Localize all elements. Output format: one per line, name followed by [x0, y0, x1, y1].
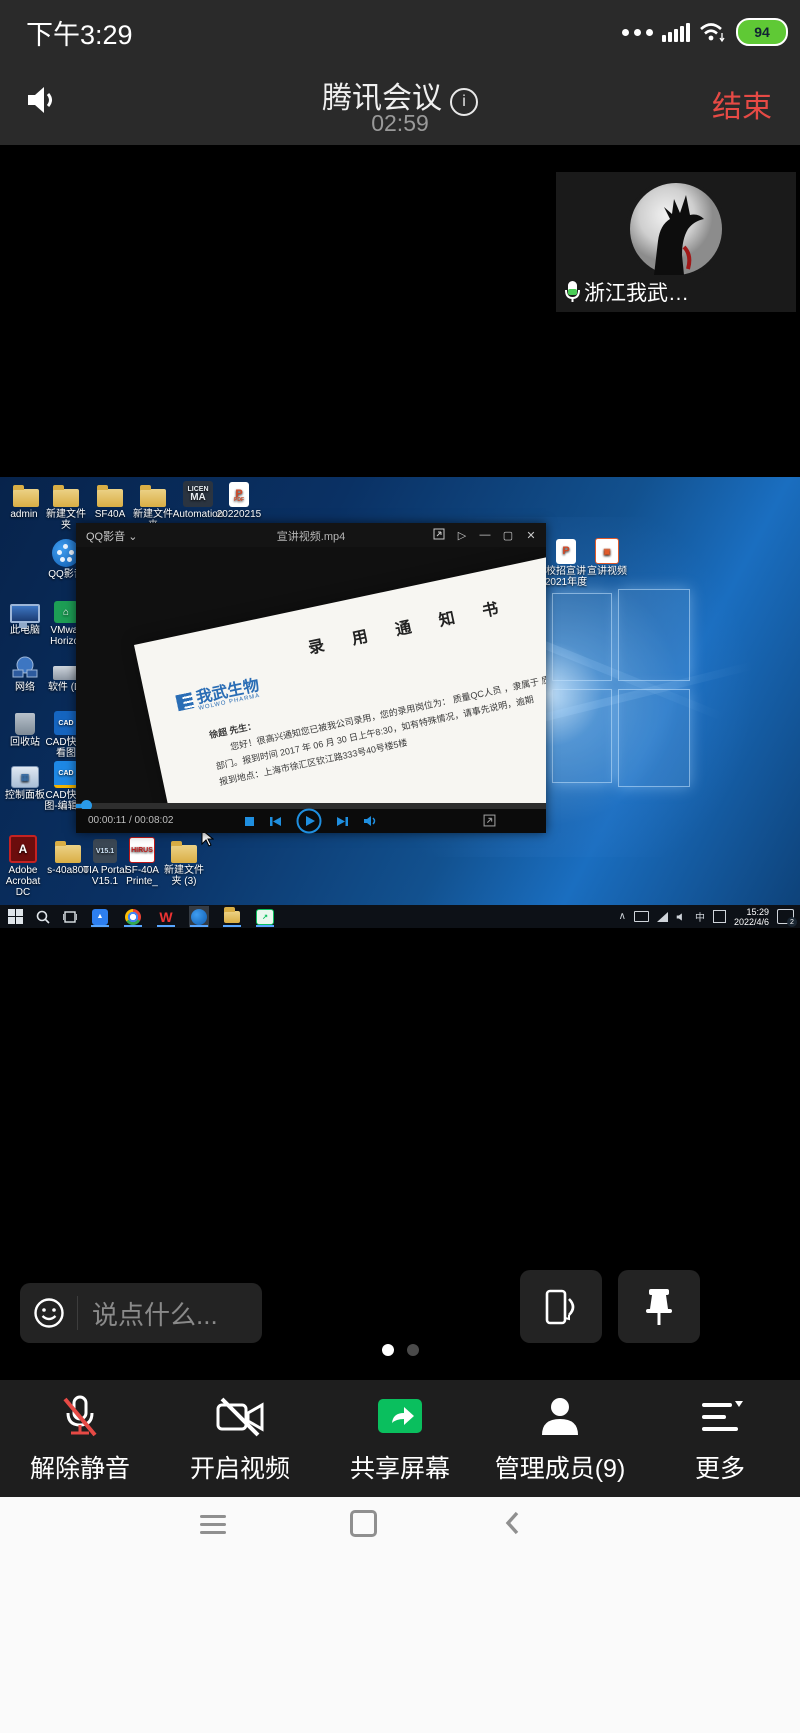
share-screen-icon [375, 1393, 425, 1441]
battery-icon: 94 [736, 18, 788, 46]
tray-expand-icon[interactable]: ∧ [619, 911, 626, 922]
desktop-icon-admin[interactable]: admin [1, 480, 47, 520]
taskbar-app-blue[interactable]: ▲ [90, 906, 110, 927]
more-button[interactable]: 更多 [640, 1380, 800, 1497]
brand-logo-icon [175, 692, 194, 711]
play-button[interactable] [296, 808, 322, 834]
wallpaper-window-pane [552, 593, 612, 681]
notification-icon[interactable]: 2 [777, 909, 794, 924]
taskbar-app-wps[interactable]: W [156, 906, 176, 927]
volume-button[interactable] [363, 815, 378, 827]
more-icon [697, 1393, 743, 1441]
nav-back-button[interactable] [504, 1510, 520, 1536]
battery-percent: 94 [754, 24, 770, 40]
chat-input[interactable]: 说点什么... [20, 1283, 262, 1343]
nav-menu-button[interactable] [200, 1510, 226, 1539]
unmute-button[interactable]: 解除静音 [0, 1380, 160, 1497]
participant-name-row: 浙江我武… [564, 277, 689, 307]
document-body: 徐超 先生： 您好！很高兴通知您已被我公司录用，您的录用岗位为： 质量QC人员 … [208, 632, 546, 790]
rotate-phone-icon [539, 1285, 583, 1329]
taskbar-app-explorer[interactable] [222, 906, 242, 927]
android-nav-bar [0, 1497, 800, 1733]
windows-taskbar[interactable]: ▲ W ↗ ∧ 中 15:29 2022/4/6 2 [0, 905, 800, 928]
shared-screen[interactable]: admin 新建文件夹 SF40A 新建文件夹 LICEN MA Automat… [0, 477, 800, 928]
pin-icon [639, 1285, 679, 1329]
page-dot [407, 1344, 419, 1356]
meeting-toolbar: 解除静音 开启视频 共享屏幕 管理成员(9) [0, 1380, 800, 1497]
maximize-icon[interactable]: ▢ [501, 529, 515, 542]
meeting-duration: 02:59 [0, 110, 800, 137]
members-icon [537, 1393, 583, 1441]
desktop-icon-sf40a-printer[interactable]: HIRUS SF-40A Printe_ [119, 836, 165, 887]
camera-off-icon [212, 1393, 268, 1441]
page-dot-active [382, 1344, 394, 1356]
desktop-icon-recycle-bin[interactable]: 回收站 [2, 708, 48, 748]
previous-button[interactable] [269, 816, 282, 827]
next-button[interactable] [336, 816, 349, 827]
wallpaper-window-pane [618, 689, 690, 787]
mic-active-icon [564, 280, 581, 304]
snapshot-icon[interactable] [432, 528, 446, 543]
video-frame[interactable]: 编号：YZ201… 录 用 通 知 书 我武生物 WOLWO PHARMA 徐超… [76, 547, 546, 803]
tray-volume-icon[interactable] [676, 912, 687, 922]
participant-name: 浙江我武… [584, 277, 689, 307]
start-button[interactable] [8, 909, 23, 924]
tray-network-icon[interactable] [657, 912, 668, 922]
taskbar-app-qq-player[interactable] [189, 906, 209, 927]
rotate-screen-button[interactable] [520, 1270, 602, 1343]
taskbar-app-chrome[interactable] [123, 906, 143, 927]
wallpaper-window-pane [552, 689, 612, 783]
pin-button[interactable] [618, 1270, 700, 1343]
manage-members-button[interactable]: 管理成员(9) [480, 1380, 640, 1497]
chat-placeholder: 说点什么... [92, 1295, 218, 1332]
status-bar: 下午3:29 94 [0, 0, 800, 58]
desktop-icon-adobe-acrobat[interactable]: A Adobe Acrobat DC [0, 836, 46, 898]
end-meeting-button[interactable]: 结束 [712, 82, 772, 126]
taskbar-clock[interactable]: 15:29 2022/4/6 [734, 907, 769, 927]
document-brand: 我武生物 WOLWO PHARMA [175, 678, 262, 716]
tray-language[interactable]: 中 [695, 909, 705, 924]
desktop-icon-20220215[interactable]: P PDF 20220215 [216, 480, 262, 520]
mic-muted-icon [57, 1393, 103, 1441]
desktop-icon-this-pc[interactable]: 此电脑 [2, 596, 48, 636]
signal-strength-icon [662, 22, 690, 42]
player-title-bar[interactable]: QQ影音 ⌄ 宣讲视频.mp4 ▷ — ▢ ✕ [76, 523, 546, 547]
qq-player-window[interactable]: QQ影音 ⌄ 宣讲视频.mp4 ▷ — ▢ ✕ 编号：YZ201… 录 用 通 … [76, 523, 546, 833]
wallpaper-window-pane [618, 589, 690, 681]
page-indicator [0, 1344, 800, 1356]
ellipsis-icon [622, 29, 653, 36]
desktop-icon-sf40a[interactable]: SF40A [87, 480, 133, 520]
search-icon[interactable] [36, 910, 50, 924]
desktop-icon-recruit-video[interactable]: ▣ 宣讲视频 [584, 537, 630, 577]
nav-home-button[interactable] [350, 1510, 377, 1537]
task-view-icon[interactable] [63, 910, 77, 924]
tray-pc-icon[interactable] [634, 911, 649, 922]
share-screen-button[interactable]: 共享屏幕 [320, 1380, 480, 1497]
wifi-icon [699, 21, 727, 43]
mini-mode-icon[interactable]: ▷ [455, 529, 469, 542]
document-paper: 编号：YZ201… 录 用 通 知 书 我武生物 WOLWO PHARMA 徐超… [134, 547, 546, 803]
close-icon[interactable]: ✕ [524, 529, 538, 542]
desktop-icon-recruit-ppt[interactable]: P 校招宣讲2021年度 [543, 537, 589, 588]
snapshot-button[interactable] [483, 814, 496, 832]
start-video-button[interactable]: 开启视频 [160, 1380, 320, 1497]
desktop-icon-network[interactable]: 网络 [2, 653, 48, 693]
avatar [624, 177, 728, 281]
minimize-icon[interactable]: — [478, 529, 492, 541]
divider [77, 1296, 78, 1330]
status-icons: 94 [622, 18, 788, 46]
notification-badge: 2 [787, 917, 797, 927]
tencent-meeting-screen: 下午3:29 94 腾讯会议i 02:59 结束 [0, 0, 800, 1733]
meeting-header: 腾讯会议i 02:59 结束 [0, 58, 800, 145]
clock-time: 下午3:29 [26, 13, 133, 52]
participant-tile[interactable]: 浙江我武… [556, 172, 796, 312]
document-title: 录 用 通 知 书 [306, 592, 512, 658]
player-control-bar: 00:00:11 / 00:08:02 [76, 809, 546, 833]
taskbar-app-screen-share[interactable]: ↗ [255, 906, 275, 927]
emoji-icon[interactable] [33, 1297, 65, 1329]
tray-panel-icon[interactable] [713, 910, 726, 923]
desktop-icon-control-panel[interactable]: ▦ 控制面板 [2, 761, 48, 801]
stop-button[interactable] [244, 816, 255, 827]
